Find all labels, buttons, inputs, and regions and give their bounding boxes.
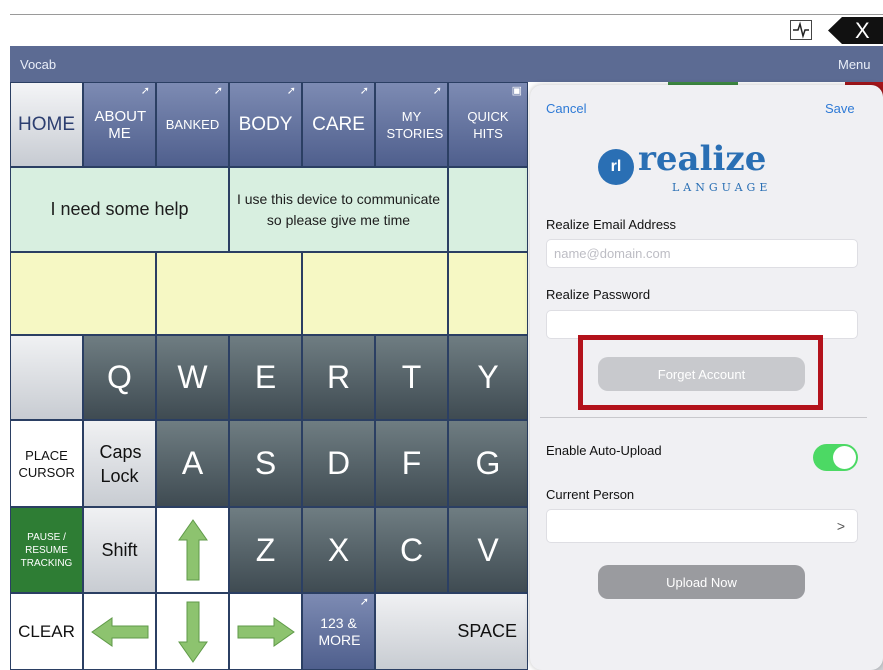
- home-button[interactable]: HOME: [10, 82, 83, 167]
- down-arrow-button[interactable]: [156, 593, 229, 670]
- empty-cell[interactable]: [10, 252, 156, 335]
- link-arrow-icon: ➚: [213, 85, 223, 97]
- link-arrow-icon: ➚: [432, 85, 442, 97]
- up-arrow-button[interactable]: [156, 507, 229, 593]
- auto-upload-toggle[interactable]: [813, 444, 858, 471]
- key-d[interactable]: D: [302, 420, 375, 507]
- left-arrow-button[interactable]: [83, 593, 156, 670]
- save-button[interactable]: Save: [825, 101, 855, 116]
- password-label: Realize Password: [546, 287, 651, 302]
- key-q[interactable]: Q: [83, 335, 156, 420]
- pause-resume-tracking-button[interactable]: PAUSE / RESUME TRACKING: [10, 507, 83, 593]
- quick-hits-button[interactable]: ▣ QUICK HITS: [448, 82, 528, 167]
- key-t[interactable]: T: [375, 335, 448, 420]
- empty-cell[interactable]: [448, 252, 528, 335]
- care-button[interactable]: ➚ CARE: [302, 82, 375, 167]
- 123-more-button[interactable]: ➚ 123 & MORE: [302, 593, 375, 670]
- key-f[interactable]: F: [375, 420, 448, 507]
- realize-logo-mark: rl: [598, 149, 634, 185]
- key-s[interactable]: S: [229, 420, 302, 507]
- highlight-box: [578, 335, 823, 410]
- key-y[interactable]: Y: [448, 335, 528, 420]
- key-g[interactable]: G: [448, 420, 528, 507]
- arrow-up-icon: [177, 519, 208, 581]
- vocab-bar: Vocab Menu: [10, 46, 883, 82]
- link-arrow-icon: ➚: [359, 85, 369, 97]
- arrow-down-icon: [177, 601, 208, 663]
- body-button[interactable]: ➚ BODY: [229, 82, 302, 167]
- caps-lock-button[interactable]: Caps Lock: [83, 420, 156, 507]
- shift-button[interactable]: Shift: [83, 507, 156, 593]
- message-icon: ▣: [511, 85, 522, 97]
- close-icon: X: [855, 18, 870, 43]
- key-z[interactable]: Z: [229, 507, 302, 593]
- divider: [540, 417, 867, 418]
- vocab-label[interactable]: Vocab: [20, 57, 56, 72]
- key-r[interactable]: R: [302, 335, 375, 420]
- key-w[interactable]: W: [156, 335, 229, 420]
- activity-icon[interactable]: [790, 20, 812, 40]
- email-field[interactable]: name@domain.com: [546, 239, 858, 268]
- logo-subtitle: LANGUAGE: [672, 181, 772, 194]
- menu-button[interactable]: Menu: [838, 57, 871, 72]
- right-arrow-button[interactable]: [229, 593, 302, 670]
- cancel-button[interactable]: Cancel: [546, 101, 586, 116]
- space-button[interactable]: SPACE: [375, 593, 528, 670]
- phrase-need-help[interactable]: I need some help: [10, 167, 229, 252]
- arrow-right-icon: [237, 616, 295, 647]
- banked-button[interactable]: ➚ BANKED: [156, 82, 229, 167]
- key-v[interactable]: V: [448, 507, 528, 593]
- realize-account-modal: Cancel Save rl realize LANGUAGE Realize …: [530, 85, 883, 670]
- email-label: Realize Email Address: [546, 217, 677, 232]
- key-a[interactable]: A: [156, 420, 229, 507]
- link-arrow-icon: ➚: [359, 596, 369, 608]
- about-me-button[interactable]: ➚ ABOUT ME: [83, 82, 156, 167]
- key-c[interactable]: C: [375, 507, 448, 593]
- place-cursor-button[interactable]: PLACE CURSOR: [10, 420, 83, 507]
- top-toolbar: X: [10, 14, 883, 46]
- my-stories-button[interactable]: ➚ MY STORIES: [375, 82, 448, 167]
- phrase-give-me-time[interactable]: I use this device to communicate so plea…: [229, 167, 448, 252]
- current-person-selector[interactable]: >: [546, 509, 858, 543]
- empty-gray-key[interactable]: [10, 335, 83, 420]
- phrase-empty[interactable]: [448, 167, 528, 252]
- auto-upload-label: Enable Auto-Upload: [546, 443, 662, 458]
- arrow-left-icon: [90, 616, 148, 647]
- empty-cell[interactable]: [302, 252, 448, 335]
- toggle-knob: [833, 446, 856, 469]
- key-e[interactable]: E: [229, 335, 302, 420]
- chevron-right-icon: >: [836, 518, 845, 534]
- empty-cell[interactable]: [156, 252, 302, 335]
- key-x[interactable]: X: [302, 507, 375, 593]
- realize-language-logo: rl realize LANGUAGE: [598, 139, 798, 201]
- upload-now-button[interactable]: Upload Now: [598, 565, 805, 599]
- close-button[interactable]: X: [828, 17, 883, 44]
- link-arrow-icon: ➚: [286, 85, 296, 97]
- logo-word: realize: [638, 139, 767, 179]
- clear-button[interactable]: CLEAR: [10, 593, 83, 670]
- link-arrow-icon: ➚: [140, 85, 150, 97]
- current-person-label: Current Person: [546, 487, 635, 502]
